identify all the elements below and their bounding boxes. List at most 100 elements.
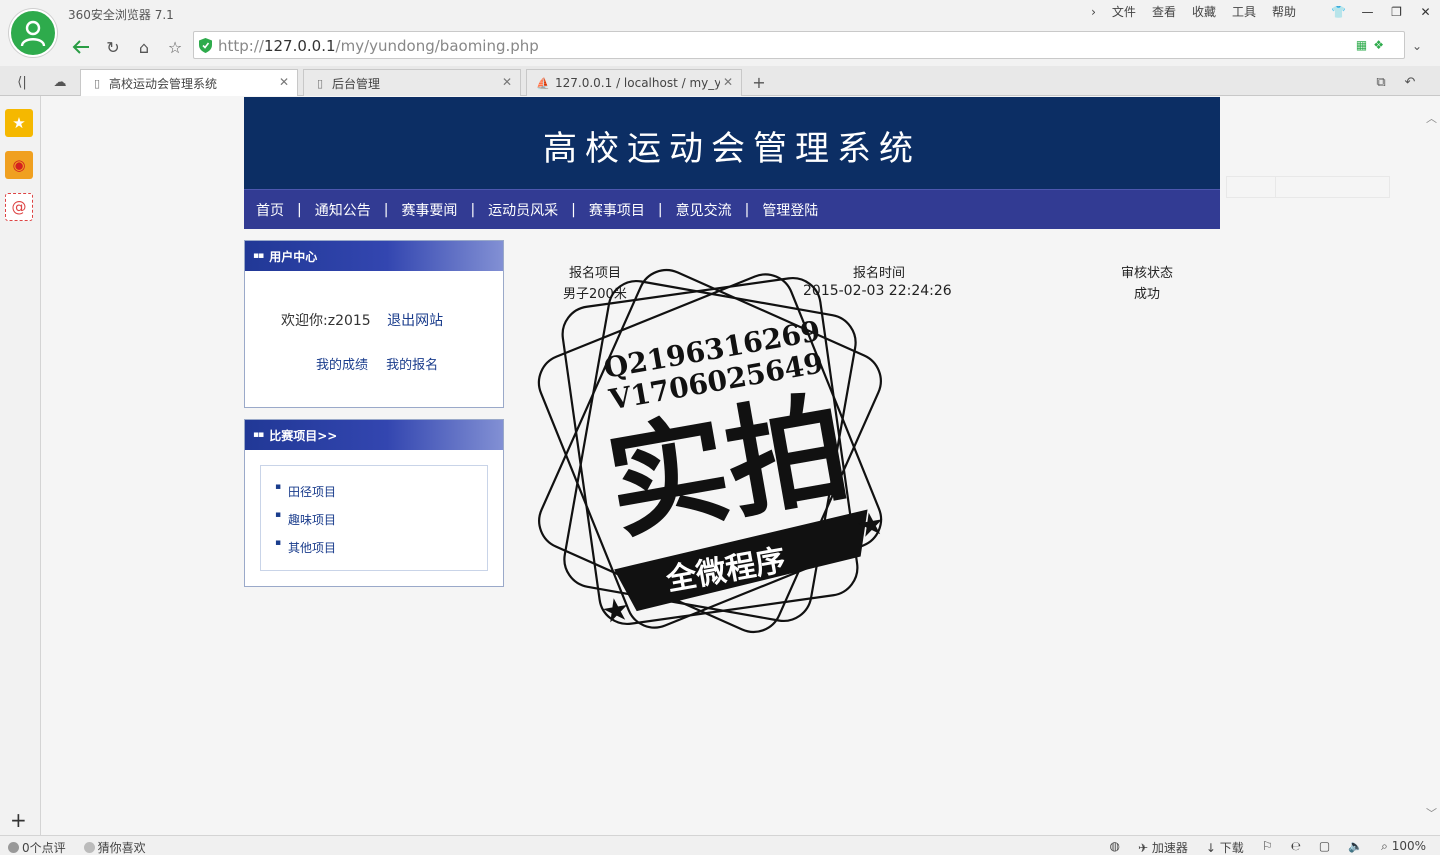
window-icon[interactable]: ▢ <box>1319 839 1330 855</box>
page-icon: ▯ <box>93 77 101 90</box>
nav-notices[interactable]: 通知公告 <box>315 200 371 220</box>
nav-separator: | <box>297 201 302 218</box>
tab-close-icon[interactable]: ✕ <box>502 75 512 89</box>
url-tools: ▦ ❖ <box>1356 38 1384 52</box>
page-viewport: 高校运动会管理系统 首页 | 通知公告 | 赛事要闻 | 运动员风采 | 赛事项目 | 意… <box>41 96 1423 835</box>
url-input[interactable]: http://127.0.0.1/my/yundong/baoming.php … <box>193 31 1405 59</box>
url-scheme: http:// <box>218 37 264 55</box>
my-registrations-link[interactable]: 我的报名 <box>386 358 438 373</box>
url-host: 127.0.0.1 <box>263 37 336 55</box>
user-center-title: 用户中心 <box>269 249 318 264</box>
nav-separator: | <box>744 201 750 218</box>
watermark-star-icon: ★ <box>601 592 631 629</box>
menu-tools[interactable]: 工具 <box>1224 4 1264 20</box>
speed-mode-icon[interactable]: ❖ <box>1373 38 1384 52</box>
cloud-icon[interactable]: ☁ <box>50 72 70 92</box>
nav-athletes[interactable]: 运动员风采 <box>488 200 558 220</box>
nav-events[interactable]: 赛事项目 <box>589 200 645 220</box>
sound-icon[interactable]: 🔈 <box>1348 839 1363 855</box>
user-center-header: ▪▪ 用户中心 <box>245 241 503 271</box>
event-track-field[interactable]: 田径项目 <box>275 482 336 500</box>
menu-help[interactable]: 帮助 <box>1264 4 1304 20</box>
status-left: 0个点评 猜你喜欢 <box>8 839 146 855</box>
sidebar-add-icon[interactable]: + <box>10 808 27 832</box>
events-title[interactable]: 比赛项目>> <box>269 427 337 444</box>
app-title: 360安全浏览器 7.1 <box>68 8 174 22</box>
download-status[interactable]: ↓ 下载 <box>1206 839 1244 855</box>
page-icon: ▯ <box>316 76 324 90</box>
nav-separator: | <box>657 201 663 218</box>
browser-titlebar: 360安全浏览器 7.1 › 文件 查看 收藏 工具 帮助 👕 — ❐ ✕ <box>0 0 1440 28</box>
tab-close-icon[interactable]: ✕ <box>279 75 289 89</box>
vertical-scrollbar[interactable]: ︿ ﹀ <box>1423 96 1440 835</box>
undo-close-icon[interactable]: ↶ <box>1400 72 1420 92</box>
flag-icon[interactable]: ⚐ <box>1262 839 1273 855</box>
tab-list-icon[interactable]: ⧉ <box>1371 72 1391 92</box>
skin-icon[interactable]: 👕 <box>1324 0 1353 24</box>
nav-separator: | <box>383 201 389 218</box>
events-list: 田径项目 趣味项目 其他项目 <box>260 465 488 571</box>
tab-back-icon[interactable]: ⟨| <box>12 72 32 92</box>
tab-main-site[interactable]: ▯ 高校运动会管理系统 ✕ <box>80 69 298 97</box>
close-window-icon[interactable]: ✕ <box>1411 0 1440 24</box>
nav-news[interactable]: 赛事要闻 <box>401 200 457 220</box>
star-icon[interactable]: ☆ <box>162 34 188 60</box>
menu-view[interactable]: 查看 <box>1144 4 1184 20</box>
menu-favorites[interactable]: 收藏 <box>1184 4 1224 20</box>
minimize-icon[interactable]: — <box>1353 0 1382 24</box>
scroll-up-icon[interactable]: ︿ <box>1426 110 1437 126</box>
phpmyadmin-icon: ⛵ <box>536 76 550 90</box>
nav-separator: | <box>470 201 476 218</box>
tab-close-icon[interactable]: ✕ <box>723 75 733 89</box>
download-label: 下载 <box>1219 841 1244 855</box>
zoom-status[interactable]: ⌕ 100% <box>1381 839 1426 855</box>
my-scores-link[interactable]: 我的成绩 <box>316 358 368 373</box>
site-header: 高校运动会管理系统 <box>244 97 1220 189</box>
tab-admin[interactable]: ▯ 后台管理 ✕ <box>303 69 521 96</box>
nav-home[interactable]: 首页 <box>256 200 284 220</box>
user-center-panel: ▪▪ 用户中心 欢迎你:z2015 退出网站 我的成绩 我的报名 <box>244 240 504 408</box>
address-bar-row: ↻ ⌂ ☆ http://127.0.0.1/my/yundong/baomin… <box>0 28 1440 66</box>
window-controls: 👕 — ❐ ✕ <box>1324 0 1440 24</box>
favorites-star-icon[interactable]: ★ <box>5 109 33 137</box>
welcome-text: 欢迎你:z2015 <box>281 313 371 329</box>
recommend-icon <box>83 842 95 853</box>
qr-code-icon[interactable]: ▦ <box>1356 38 1367 52</box>
user-avatar-icon[interactable] <box>9 9 57 57</box>
logout-link[interactable]: 退出网站 <box>387 313 443 329</box>
refresh-icon[interactable]: ↻ <box>100 34 126 60</box>
menu-file[interactable]: 文件 <box>1104 4 1144 20</box>
url-dropdown-icon[interactable]: ⌄ <box>1406 35 1428 57</box>
mail-icon[interactable]: @ <box>5 193 33 221</box>
event-other[interactable]: 其他项目 <box>275 538 336 556</box>
accelerator-label: 加速器 <box>1151 841 1188 855</box>
scroll-down-icon[interactable]: ﹀ <box>1426 805 1437 821</box>
watermark-star-icon: ★ <box>856 506 886 543</box>
menu-chevron-icon[interactable]: › <box>1083 4 1104 20</box>
header-search-box[interactable] <box>1226 176 1276 198</box>
weibo-icon[interactable]: ◉ <box>5 151 33 179</box>
accelerator-status[interactable]: ✈ 加速器 <box>1138 839 1188 855</box>
tab-label: 高校运动会管理系统 <box>109 77 218 91</box>
header-status: 审核状态 <box>1121 266 1174 281</box>
tab-phpmyadmin[interactable]: ⛵ 127.0.0.1 / localhost / my_yu ✕ <box>526 69 742 96</box>
comments-status[interactable]: 0个点评 <box>8 839 66 855</box>
speed-icon[interactable]: ◍ <box>1110 839 1120 855</box>
nav-separator: | <box>571 201 576 218</box>
grip-icon: ▪▪ <box>253 251 264 261</box>
tab-label: 后台管理 <box>332 76 381 91</box>
back-icon[interactable] <box>68 34 94 60</box>
ie-mode-icon[interactable]: ℮ <box>1291 839 1301 855</box>
status-bar: 0个点评 猜你喜欢 ◍ ✈ 加速器 ↓ 下载 ⚐ ℮ ▢ 🔈 ⌕ 100% <box>0 835 1440 855</box>
event-fun[interactable]: 趣味项目 <box>275 510 336 528</box>
nav-admin-login[interactable]: 管理登陆 <box>762 200 818 220</box>
new-tab-icon[interactable]: + <box>748 71 770 93</box>
watermark-stamp: Q2196316269 V1706025649 实拍 全微程序 ★ ★ <box>537 268 886 634</box>
header-search-box[interactable] <box>1275 176 1390 198</box>
events-header: ▪▪ 比赛项目>> <box>245 420 503 450</box>
home-icon[interactable]: ⌂ <box>131 34 157 60</box>
recommend-status[interactable]: 猜你喜欢 <box>83 839 146 855</box>
tab-label: 127.0.0.1 / localhost / my_yu <box>555 76 720 90</box>
restore-icon[interactable]: ❐ <box>1382 0 1411 24</box>
nav-feedback[interactable]: 意见交流 <box>676 200 732 220</box>
